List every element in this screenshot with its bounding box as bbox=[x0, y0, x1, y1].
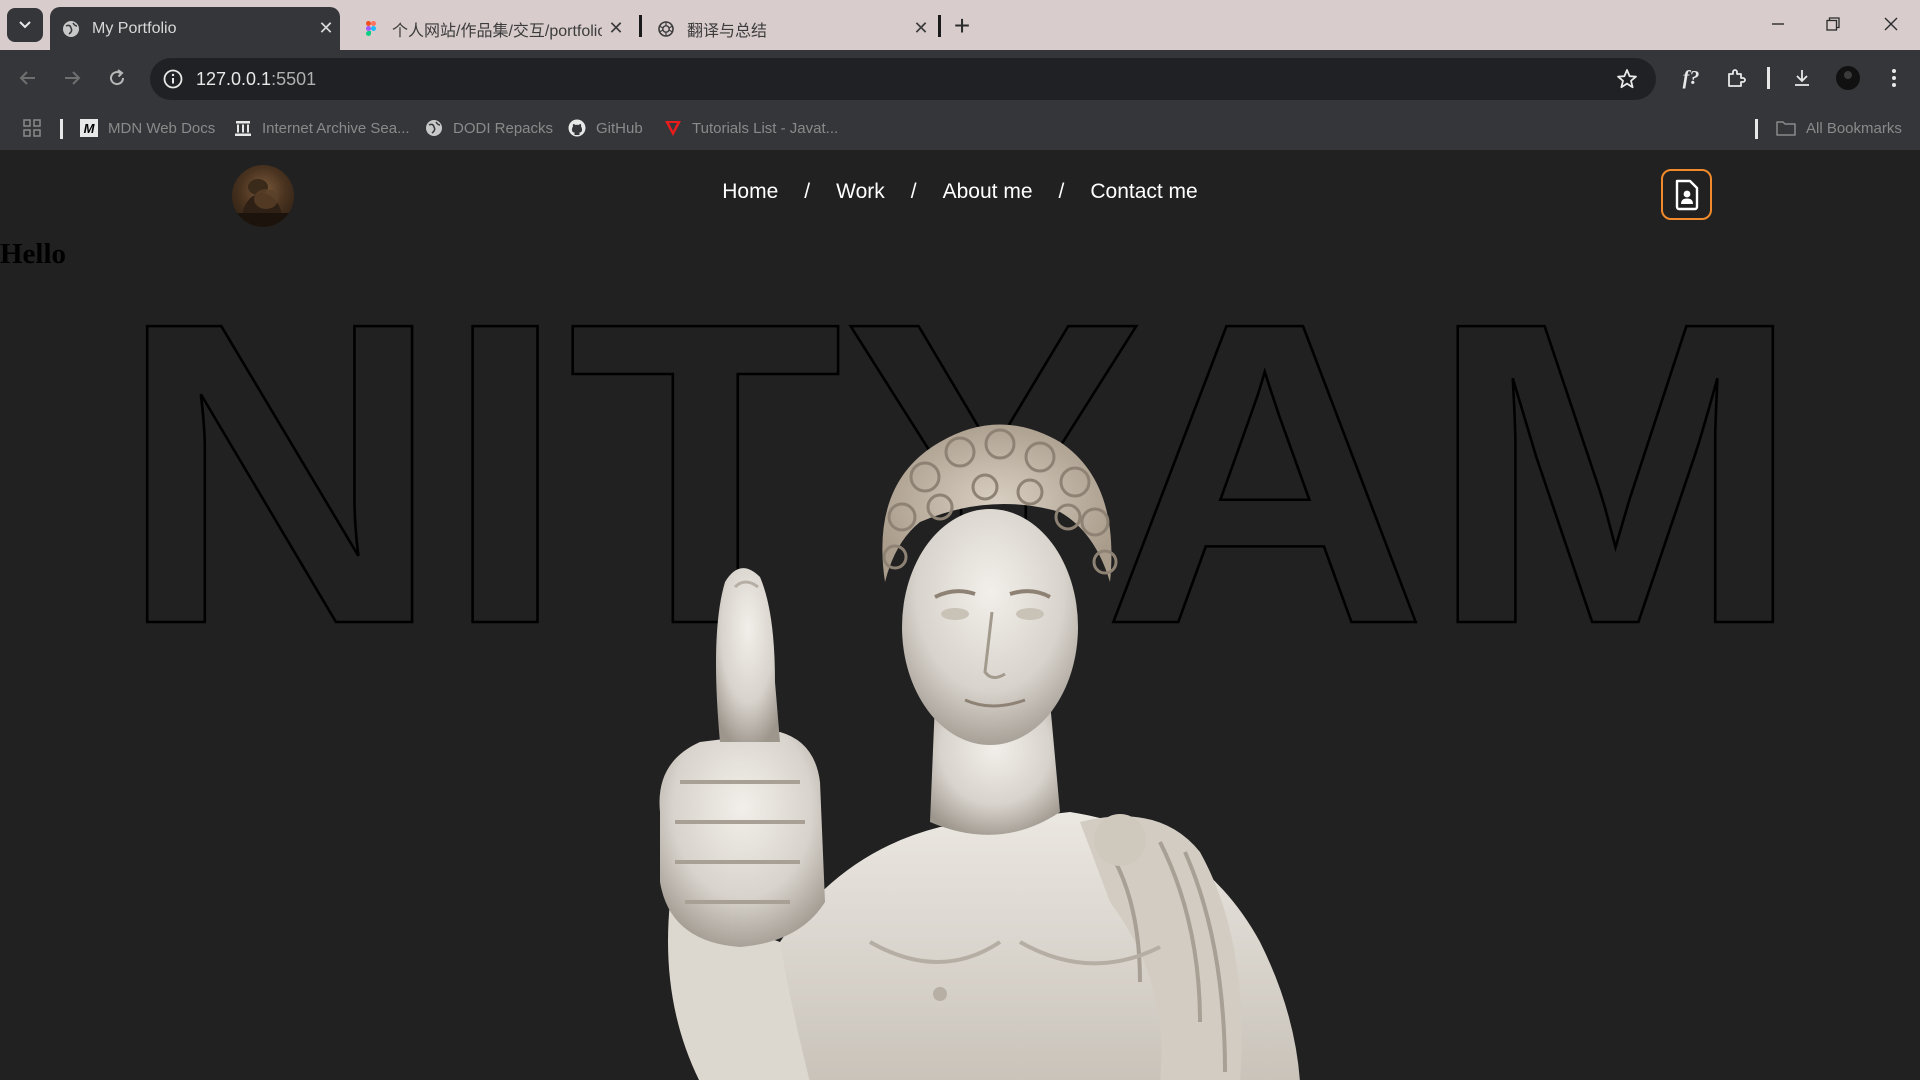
star-icon[interactable] bbox=[1616, 68, 1638, 90]
nav-home[interactable]: Home bbox=[722, 180, 778, 204]
all-bookmarks-label: All Bookmarks bbox=[1806, 119, 1902, 137]
resume-document-icon bbox=[1675, 179, 1698, 210]
bookmarks-divider bbox=[1755, 119, 1758, 139]
reload-icon bbox=[110, 69, 125, 86]
javatpoint-icon bbox=[665, 121, 681, 136]
url-host: 127.0.0.1 bbox=[196, 69, 272, 89]
tab-title: 翻译与总结 bbox=[687, 22, 768, 40]
bookmark-github[interactable]: GitHub bbox=[568, 116, 643, 140]
close-window-button[interactable] bbox=[1871, 9, 1911, 39]
extensions-icon[interactable] bbox=[1722, 64, 1750, 92]
nav-separator: / bbox=[910, 180, 917, 203]
globe-icon bbox=[63, 20, 79, 37]
tab-portfolio-figma[interactable]: 个人网站/作品集/交互/portfolio ✕ bbox=[350, 7, 630, 50]
chevron-down-icon bbox=[19, 21, 31, 29]
url-text[interactable]: 127.0.0.1:5501 bbox=[196, 69, 316, 90]
nav-about-me[interactable]: About me bbox=[943, 180, 1033, 204]
tab-translate-summary[interactable]: 翻译与总结 ✕ bbox=[645, 7, 935, 50]
mdn-icon: M bbox=[80, 119, 98, 137]
tab-divider bbox=[938, 15, 941, 37]
arrow-right-icon bbox=[65, 71, 81, 85]
bookmark-label: Tutorials List - Javat... bbox=[692, 119, 839, 137]
bookmark-label: DODI Repacks bbox=[453, 119, 554, 137]
bookmark-javatpoint[interactable]: Tutorials List - Javat... bbox=[664, 116, 838, 140]
apps-button[interactable] bbox=[22, 116, 42, 140]
url-port: :5501 bbox=[271, 69, 317, 89]
globe-icon bbox=[426, 120, 442, 136]
close-icon[interactable]: ✕ bbox=[312, 18, 340, 39]
tab-my-portfolio[interactable]: My Portfolio ✕ bbox=[50, 7, 340, 50]
info-icon[interactable] bbox=[162, 68, 184, 90]
minimize-icon bbox=[1772, 23, 1784, 25]
nav-work[interactable]: Work bbox=[836, 180, 885, 204]
bookmark-dodi-repacks[interactable]: DODI Repacks bbox=[425, 116, 553, 140]
restore-button[interactable] bbox=[1813, 9, 1853, 39]
browser-toolbar: 127.0.0.1:5501 f? bbox=[0, 50, 1920, 106]
nav-separator: / bbox=[804, 180, 811, 203]
menu-icon[interactable] bbox=[1880, 64, 1908, 92]
nav-separator: / bbox=[1058, 180, 1065, 203]
hello-heading: Hello bbox=[0, 238, 67, 270]
portfolio-page: Home / Work / About me / Contact me Hell… bbox=[0, 150, 1920, 1080]
all-bookmarks-button[interactable]: All Bookmarks bbox=[1776, 116, 1902, 140]
bookmark-label: GitHub bbox=[596, 119, 643, 137]
tab-title: My Portfolio bbox=[92, 19, 177, 37]
tab-search-button[interactable] bbox=[7, 8, 43, 42]
close-icon bbox=[1884, 17, 1898, 31]
openai-icon bbox=[658, 20, 674, 37]
bookmark-label: Internet Archive Sea... bbox=[262, 119, 410, 137]
statue-thumbs-up-image bbox=[659, 424, 1300, 1080]
bookmarks-divider bbox=[60, 119, 63, 139]
main-nav: Home / Work / About me / Contact me bbox=[0, 180, 1920, 204]
restore-icon bbox=[1826, 17, 1840, 31]
function-extension-icon[interactable]: f? bbox=[1677, 64, 1705, 92]
reload-button[interactable] bbox=[103, 64, 131, 92]
archive-icon bbox=[235, 121, 251, 136]
toolbar-divider bbox=[1767, 67, 1770, 89]
arrow-left-icon bbox=[19, 71, 35, 85]
folder-icon bbox=[1776, 121, 1796, 136]
close-icon[interactable]: ✕ bbox=[602, 18, 630, 39]
tab-title: 个人网站/作品集/交互/portfolio bbox=[392, 22, 602, 40]
svg-text:M: M bbox=[84, 121, 96, 136]
bookmarks-bar: M MDN Web Docs Internet Archive Sea... D… bbox=[0, 106, 1920, 150]
forward-button[interactable] bbox=[58, 64, 86, 92]
profile-avatar[interactable] bbox=[1834, 64, 1862, 92]
tab-divider bbox=[639, 15, 642, 37]
download-icon[interactable] bbox=[1788, 64, 1816, 92]
close-icon[interactable]: ✕ bbox=[907, 18, 935, 39]
bookmark-internet-archive[interactable]: Internet Archive Sea... bbox=[234, 116, 410, 140]
address-bar[interactable]: 127.0.0.1:5501 bbox=[150, 58, 1656, 100]
figma-icon bbox=[366, 20, 376, 36]
back-button[interactable] bbox=[14, 64, 42, 92]
new-tab-button[interactable]: + bbox=[950, 10, 974, 42]
tab-strip: My Portfolio ✕ 个人网站/作品集/交互/portfolio ✕ 翻… bbox=[0, 0, 1920, 50]
minimize-button[interactable] bbox=[1758, 9, 1798, 39]
apps-grid-icon bbox=[23, 119, 41, 137]
bookmark-label: MDN Web Docs bbox=[108, 119, 216, 137]
resume-button[interactable] bbox=[1661, 169, 1712, 220]
nav-contact-me[interactable]: Contact me bbox=[1090, 180, 1197, 204]
github-icon bbox=[568, 119, 586, 137]
bookmark-mdn[interactable]: M MDN Web Docs bbox=[80, 116, 215, 140]
